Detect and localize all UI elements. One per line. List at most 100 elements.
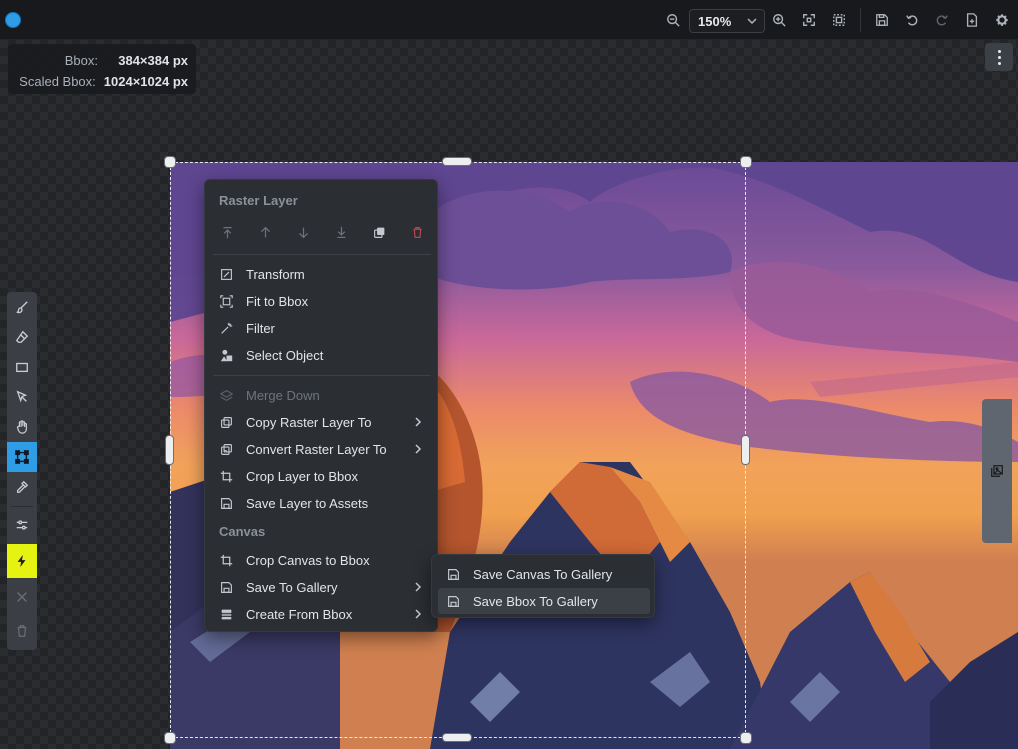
fit-to-screen-icon[interactable] bbox=[799, 10, 819, 30]
chevron-right-icon bbox=[415, 417, 422, 427]
menu-item-label: Save Canvas To Gallery bbox=[473, 566, 613, 582]
menu-item-label: Select Object bbox=[246, 347, 324, 363]
undo-icon[interactable] bbox=[902, 10, 922, 30]
save-icon bbox=[446, 594, 460, 608]
chevron-right-icon bbox=[415, 582, 422, 592]
chevron-down-icon bbox=[747, 18, 757, 25]
bbox-label: Bbox: bbox=[64, 53, 98, 68]
scaled-bbox-label: Scaled Bbox: bbox=[19, 74, 96, 89]
canvas-area[interactable]: Bbox: 384×384 px Scaled Bbox: 1024×1024 … bbox=[0, 40, 1018, 749]
menu-item-label: Save Bbox To Gallery bbox=[473, 593, 598, 609]
save-icon bbox=[446, 567, 460, 581]
brush-tool-icon[interactable] bbox=[7, 292, 37, 322]
toolbar-divider bbox=[860, 8, 861, 32]
menu-item-transform[interactable]: Transform bbox=[211, 261, 433, 287]
bbox-handle-top[interactable] bbox=[443, 158, 471, 165]
save-icon[interactable] bbox=[872, 10, 892, 30]
menu-item-select-object[interactable]: Select Object bbox=[211, 342, 433, 368]
eraser-tool-icon[interactable] bbox=[7, 322, 37, 352]
transform-icon bbox=[219, 267, 233, 281]
move-tool-icon[interactable] bbox=[7, 382, 37, 412]
stack-layers-icon bbox=[219, 388, 233, 402]
menu-item-label: Crop Canvas to Bbox bbox=[246, 552, 370, 568]
menu-item-label: Fit to Bbox bbox=[246, 293, 309, 309]
menu-item-label: Save To Gallery bbox=[246, 579, 338, 595]
menu-item-save-bbox-to-gallery[interactable]: Save Bbox To Gallery bbox=[438, 588, 650, 614]
menu-item-save-layer-to-assets[interactable]: Save Layer to Assets bbox=[211, 490, 433, 516]
copy-icon bbox=[219, 415, 233, 429]
duplicate-layer-icon[interactable] bbox=[369, 222, 389, 242]
menu-item-save-canvas-to-gallery[interactable]: Save Canvas To Gallery bbox=[438, 561, 650, 587]
color-picker-tool-icon[interactable] bbox=[7, 472, 37, 502]
delete-layer-trash-icon[interactable] bbox=[407, 222, 427, 242]
crop-icon bbox=[219, 553, 233, 567]
toolbar-divider bbox=[11, 506, 33, 507]
magic-wand-icon bbox=[219, 321, 233, 335]
settings-gear-icon[interactable] bbox=[992, 10, 1012, 30]
redo-icon[interactable] bbox=[932, 10, 952, 30]
right-panel-toggle[interactable] bbox=[982, 399, 1012, 543]
bbox-handle-left[interactable] bbox=[166, 436, 173, 464]
zoom-value: 150% bbox=[698, 13, 732, 29]
transform-tool-icon[interactable] bbox=[7, 442, 37, 472]
save-icon bbox=[219, 580, 233, 594]
move-up-icon[interactable] bbox=[255, 222, 275, 242]
new-document-icon[interactable] bbox=[962, 10, 982, 30]
menu-item-fit-to-bbox[interactable]: Fit to Bbox bbox=[211, 288, 433, 314]
bbox-value: 384×384 px bbox=[118, 53, 188, 68]
save-icon bbox=[219, 496, 233, 510]
invoke-button[interactable] bbox=[7, 544, 37, 578]
bbox-handle-bottom[interactable] bbox=[443, 734, 471, 741]
tool-palette bbox=[7, 292, 37, 650]
canvas-group-title: Canvas bbox=[219, 524, 266, 539]
chevron-right-icon bbox=[415, 609, 422, 619]
bbox-handle-top-right[interactable] bbox=[741, 157, 751, 167]
menu-item-crop-layer-to-bbox[interactable]: Crop Layer to Bbox bbox=[211, 463, 433, 489]
menu-item-filter[interactable]: Filter bbox=[211, 315, 433, 341]
menu-item-label: Create From Bbox bbox=[246, 606, 353, 622]
menu-item-copy-raster-layer-to[interactable]: Copy Raster Layer To bbox=[211, 409, 433, 435]
clear-queue-trash-icon[interactable] bbox=[7, 616, 37, 646]
kebab-menu-icon bbox=[997, 48, 1001, 66]
cancel-icon[interactable] bbox=[7, 582, 37, 612]
save-to-gallery-submenu: Save Canvas To Gallery Save Bbox To Gall… bbox=[431, 554, 655, 618]
shapes-icon bbox=[219, 348, 233, 362]
move-to-top-icon[interactable] bbox=[217, 222, 237, 242]
menu-item-label: Merge Down bbox=[246, 387, 320, 403]
zoom-out-icon[interactable] bbox=[663, 10, 683, 30]
raster-layer-group-title: Raster Layer bbox=[219, 193, 298, 208]
menu-item-label: Crop Layer to Bbox bbox=[246, 468, 359, 484]
zoom-select[interactable]: 150% bbox=[689, 9, 765, 33]
crop-icon bbox=[219, 469, 233, 483]
menu-item-convert-raster-layer-to[interactable]: Convert Raster Layer To bbox=[211, 436, 433, 462]
move-down-icon[interactable] bbox=[293, 222, 313, 242]
adjustments-icon[interactable] bbox=[7, 510, 37, 540]
menu-item-label: Filter bbox=[246, 320, 275, 336]
menu-item-label: Convert Raster Layer To bbox=[246, 441, 387, 457]
rectangle-tool-icon[interactable] bbox=[7, 352, 37, 382]
menu-item-save-to-gallery[interactable]: Save To Gallery bbox=[211, 574, 433, 600]
bbox-handle-top-left[interactable] bbox=[165, 157, 175, 167]
menu-item-crop-canvas-to-bbox[interactable]: Crop Canvas to Bbox bbox=[211, 547, 433, 573]
bbox-handle-bottom-right[interactable] bbox=[741, 733, 751, 743]
gallery-panel-icon bbox=[991, 465, 1003, 477]
bbox-handle-right[interactable] bbox=[742, 436, 749, 464]
hand-tool-icon[interactable] bbox=[7, 412, 37, 442]
raster-layer-context-menu: Raster Layer Transform Fit to Bbox Filte… bbox=[204, 179, 438, 632]
layer-order-actions bbox=[219, 222, 431, 242]
app-logo-icon[interactable] bbox=[5, 12, 21, 28]
fit-bbox-icon[interactable] bbox=[829, 10, 849, 30]
bbox-info-panel: Bbox: 384×384 px Scaled Bbox: 1024×1024 … bbox=[8, 44, 196, 94]
menu-item-merge-down[interactable]: Merge Down bbox=[211, 382, 433, 408]
menu-divider bbox=[213, 254, 431, 255]
canvas-options-menu-button[interactable] bbox=[985, 43, 1013, 71]
menu-item-create-from-bbox[interactable]: Create From Bbox bbox=[211, 601, 433, 627]
zoom-in-icon[interactable] bbox=[769, 10, 789, 30]
stacked-rows-icon bbox=[219, 607, 233, 621]
chevron-right-icon bbox=[415, 444, 422, 454]
fit-to-bbox-icon bbox=[219, 294, 233, 308]
top-bar: 150% bbox=[0, 0, 1018, 40]
scaled-bbox-value: 1024×1024 px bbox=[103, 74, 188, 89]
bbox-handle-bottom-left[interactable] bbox=[165, 733, 175, 743]
move-to-bottom-icon[interactable] bbox=[331, 222, 351, 242]
